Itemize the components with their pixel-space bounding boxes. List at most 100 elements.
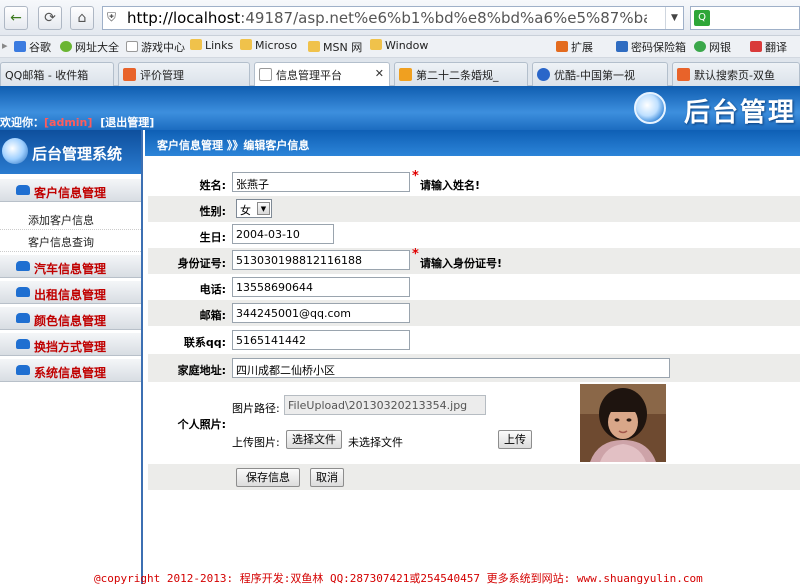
tab-label: 第二十二条婚规_	[416, 69, 499, 82]
extensions-button[interactable]: 扩展	[556, 39, 593, 55]
bank-icon	[694, 41, 706, 52]
bookmark-item[interactable]: Window	[370, 39, 428, 52]
chevron-down-icon[interactable]: ▼	[665, 7, 683, 29]
category-label: 系统信息管理	[34, 366, 107, 380]
close-icon[interactable]: ✕	[375, 67, 384, 80]
sidebar-category-gearbox[interactable]: 换挡方式管理	[0, 332, 141, 356]
logout-link[interactable]: [退出管理]	[100, 116, 154, 129]
email-field[interactable]: 344245001@qq.com	[232, 303, 410, 323]
browser-tab[interactable]: 第二十二条婚规_	[394, 62, 528, 86]
sidebar-title: 后台管理系统	[32, 145, 123, 163]
sidebar-category-colors[interactable]: 颜色信息管理	[0, 306, 141, 330]
id-hint: 请输入身份证号!	[420, 257, 503, 270]
sidebar-category-system[interactable]: 系统信息管理	[0, 358, 141, 382]
form-row-birthday: 生日: 2004-03-10	[148, 222, 800, 248]
chevron-down-icon: ▼	[257, 202, 270, 215]
phone-label: 电话:	[199, 283, 226, 296]
gender-select[interactable]: 女 ▼	[236, 199, 272, 218]
bookmarks-overflow-icon[interactable]: ▸	[2, 39, 8, 52]
car-icon	[16, 365, 30, 375]
site-icon	[537, 68, 550, 81]
tab-label: 默认搜索页-双鱼	[694, 69, 775, 82]
bookmark-item[interactable]: Links	[190, 39, 233, 52]
sidebar: 后台管理系统 客户信息管理 添加客户信息 客户信息查询 汽车信息管理 出租信息管…	[0, 130, 143, 584]
breadcrumb: 客户信息管理 》》编辑客户信息	[145, 130, 800, 156]
sidebar-category-customers[interactable]: 客户信息管理	[0, 178, 141, 202]
qq-field[interactable]: 5165141442	[232, 330, 410, 350]
customer-photo	[580, 384, 666, 462]
form-row-actions: 保存信息 取消	[148, 464, 800, 490]
site-icon	[399, 68, 412, 81]
address-bar[interactable]: ⛨ http://localhost:49187/asp.net%e6%b1%b…	[102, 6, 759, 30]
translate-button[interactable]: 翻译	[750, 39, 787, 55]
form-row-email: 邮箱: 344245001@qq.com	[148, 300, 800, 326]
logo-icon	[634, 92, 666, 124]
browser-toolbar: ← ⟳ ⌂ ⛨ http://localhost:49187/asp.net%e…	[0, 0, 800, 36]
browser-tab[interactable]: QQ邮箱 - 收件箱	[0, 62, 114, 86]
photo-label: 个人照片:	[177, 418, 226, 431]
browser-tab[interactable]: 优酷-中国第一视	[532, 62, 668, 86]
form-row-qq: 联系qq: 5165141442	[148, 326, 800, 354]
back-icon[interactable]: ←	[4, 6, 28, 30]
page-icon	[259, 68, 272, 81]
browser-tab-active[interactable]: 信息管理平台 ✕	[254, 62, 390, 87]
upload-button[interactable]: 上传	[498, 430, 532, 449]
home-icon[interactable]: ⌂	[70, 6, 94, 30]
page-icon	[126, 41, 138, 52]
car-icon	[16, 313, 30, 323]
choose-file-button[interactable]: 选择文件	[286, 430, 342, 449]
sidebar-item-add-customer[interactable]: 添加客户信息	[0, 208, 141, 230]
tab-label: QQ邮箱 - 收件箱	[5, 69, 89, 82]
folder-icon	[370, 39, 382, 50]
phone-field[interactable]: 13558690644	[232, 277, 410, 297]
address-field[interactable]: 四川成都二仙桥小区	[232, 358, 670, 378]
form-row-gender: 性别: 女 ▼	[148, 196, 800, 222]
address-url: http://localhost:49187/asp.net%e6%b1%bd%…	[127, 9, 647, 27]
name-field[interactable]: 张燕子	[232, 172, 410, 192]
photo-path-field: FileUpload\20130320213354.jpg	[284, 395, 486, 415]
online-bank-button[interactable]: 网银	[694, 39, 731, 55]
category-label: 换挡方式管理	[34, 340, 107, 354]
tab-strip: QQ邮箱 - 收件箱 评价管理 信息管理平台 ✕ 第二十二条婚规_ 优酷-中国第…	[0, 58, 800, 87]
category-label: 客户信息管理	[34, 186, 107, 200]
bookmark-item[interactable]: 谷歌	[14, 39, 51, 55]
bookmark-item[interactable]: Microso	[240, 39, 297, 52]
car-icon	[16, 261, 30, 271]
name-hint: 请输入姓名!	[420, 179, 481, 192]
bookmark-item[interactable]: 网址大全	[60, 39, 119, 55]
sidebar-header: 后台管理系统	[0, 130, 141, 174]
photo-path-label: 图片路径:	[232, 402, 280, 415]
tab-label: 评价管理	[140, 69, 184, 82]
search-box[interactable]: Q	[690, 6, 800, 30]
browser-tab[interactable]: 评价管理	[118, 62, 250, 86]
browser-tab[interactable]: 默认搜索页-双鱼	[672, 62, 800, 86]
sidebar-category-rentals[interactable]: 出租信息管理	[0, 280, 141, 304]
bookmark-item[interactable]: 游戏中心	[126, 39, 185, 55]
cancel-button[interactable]: 取消	[310, 468, 344, 487]
bookmark-item[interactable]: MSN 网	[308, 39, 362, 55]
key-icon	[616, 41, 628, 52]
breadcrumb-text: 客户信息管理 》》编辑客户信息	[157, 139, 310, 152]
extensions-icon	[556, 41, 568, 52]
category-label: 颜色信息管理	[34, 314, 107, 328]
portrait-image	[580, 384, 666, 462]
logo-title: 后台管理	[684, 98, 797, 128]
save-button[interactable]: 保存信息	[236, 468, 300, 487]
site-icon	[123, 68, 136, 81]
required-marker: *	[412, 247, 419, 262]
search-engine-icon[interactable]: Q	[694, 10, 710, 26]
folder-icon	[308, 41, 320, 52]
folder-icon	[240, 39, 252, 50]
refresh-icon[interactable]: ⟳	[38, 6, 62, 30]
upload-label: 上传图片:	[232, 436, 280, 449]
password-vault-button[interactable]: 密码保险箱	[616, 39, 686, 55]
sidebar-item-query-customer[interactable]: 客户信息查询	[0, 230, 141, 252]
username: [admin]	[44, 116, 93, 129]
birthday-field[interactable]: 2004-03-10	[232, 224, 334, 244]
sidebar-category-cars[interactable]: 汽车信息管理	[0, 254, 141, 278]
tab-label: 优酷-中国第一视	[554, 69, 635, 82]
form-row-address: 家庭地址: 四川成都二仙桥小区	[148, 354, 800, 382]
folder-icon	[190, 39, 202, 50]
car-icon	[16, 339, 30, 349]
id-number-field[interactable]: 513030198812116188	[232, 250, 410, 270]
